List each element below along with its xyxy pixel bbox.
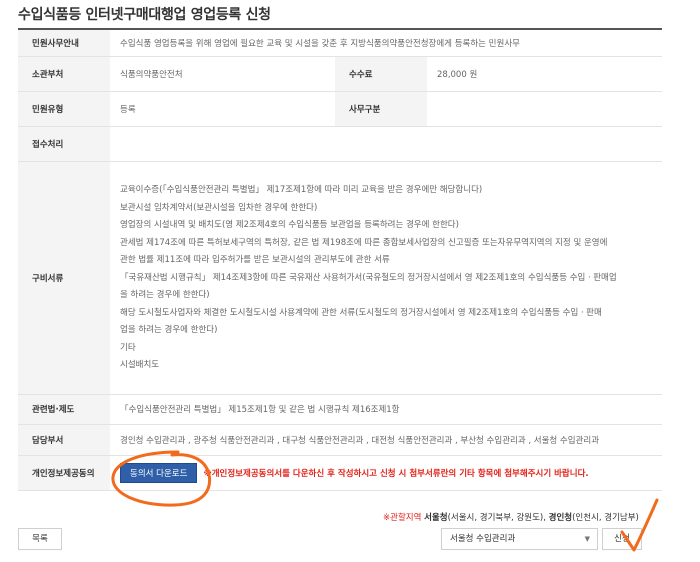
doc-item: 관세법 제174조에 따른 특허보세구역의 특허장, 같은 법 제198조에 따… (120, 237, 608, 248)
law-label: 관련법·제도 (18, 394, 110, 425)
row-civil-info: 민원사무안내 수입식품 영업등록을 위해 영업에 필요한 교육 및 시설을 갖춘… (18, 29, 662, 57)
fee-label: 수수료 (335, 56, 427, 92)
row-law: 관련법·제도 「수입식품안전관리 특별법」 제15조제1항 및 같은 법 시행규… (18, 394, 662, 425)
docs-label: 구비서류 (18, 161, 110, 395)
privacy-notice: ※개인정보제공동의서를 다운하신 후 작성하시고 신청 시 첨부서류란의 기타 … (203, 469, 588, 479)
docs-list: 교육이수증(「수입식품안전관리 특별법」 제17조제1항에 따라 미리 교육을 … (110, 161, 662, 395)
doc-item: 관한 법률 제11조에 따라 입주허가를 받은 보관시설의 관리부도에 관한 서… (120, 255, 390, 265)
civil-info-value: 수입식품 영업등록을 위해 영업에 필요한 교육 및 시설을 갖춘 후 지방식품… (110, 29, 662, 57)
row-receipt: 접수처리 (18, 126, 662, 162)
list-button[interactable]: 목록 (18, 528, 62, 550)
page-title: 수입식품등 인터넷구매대행업 영업등록 신청 (18, 7, 271, 23)
doc-item: 업을 하려는 경우에 한한다) (120, 325, 218, 335)
row-docs: 구비서류 교육이수증(「수입식품안전관리 특별법」 제17조제1항에 따라 미리… (18, 161, 662, 395)
law-value: 「수입식품안전관리 특별법」 제15조제1항 및 같은 법 시행규칙 제16조제… (110, 394, 662, 425)
row-office: 담당부서 경인청 수입관리과 , 광주청 식품안전관리과 , 대구청 식품안전관… (18, 424, 662, 456)
office-label: 담당부서 (18, 424, 110, 456)
notice-asterisk: ※ (203, 468, 212, 479)
row-dept-fee: 소관부처 식품의약품안전처 수수료 28,000 원 (18, 56, 662, 92)
work-class-label: 사무구분 (335, 91, 427, 127)
info-table: 민원사무안내 수입식품 영업등록을 위해 영업에 필요한 교육 및 시설을 갖춘… (18, 28, 662, 491)
office-value: 경인청 수입관리과 , 광주청 식품안전관리과 , 대구청 식품안전관리과 , … (110, 424, 662, 456)
doc-item: 「국유재산법 시행규칙」 제14조제3항에 따른 국유재산 사용허가서(국유철도… (120, 272, 617, 283)
civil-type-label: 민원유형 (18, 91, 110, 127)
jurisdiction-note: ※관할지역 서울청(서울시, 경기북부, 강원도), 경인청(인천시, 경기남부… (383, 511, 639, 523)
chevron-down-icon: ▼ (584, 535, 590, 543)
gyeongin-region: (인천시, 경기남부) (572, 513, 639, 523)
seoul-region: (서울시, 경기북부, 강원도), (447, 513, 546, 523)
privacy-label: 개인정보제공동의 (18, 455, 110, 491)
doc-item: 교육이수증(「수입식품안전관리 특별법」 제17조제1항에 따라 미리 교육을 … (120, 185, 483, 195)
receipt-value (110, 126, 662, 162)
office-select[interactable]: 서울청 수입관리과 ▼ (441, 528, 598, 550)
doc-item: 보관시설 임차계약서(보관시설을 임차한 경우에 한한다) (120, 202, 318, 213)
doc-item: 을 하려는 경우에 한한다) (120, 290, 210, 300)
office-select-value: 서울청 수입관리과 (450, 534, 516, 544)
privacy-value: 동의서 다운로드 ※개인정보제공동의서를 다운하신 후 작성하시고 신청 시 첨부… (110, 455, 662, 491)
doc-item: 영업장의 시설내역 및 배치도(영 제2조제4호의 수입식품등 보관업을 등록하… (120, 220, 459, 230)
doc-item: 해당 도시철도사업자와 체결한 도시철도시설 사용계약에 관한 서류(도시철도의… (120, 307, 602, 318)
civil-info-label: 민원사무안내 (18, 29, 110, 57)
doc-item: 기타 (120, 342, 136, 353)
apply-button[interactable]: 신청 (602, 528, 642, 550)
receipt-label: 접수처리 (18, 126, 110, 162)
dept-value: 식품의약품안전처 (110, 56, 335, 92)
civil-type-value: 등록 (110, 91, 335, 127)
row-privacy: 개인정보제공동의 동의서 다운로드 ※개인정보제공동의서를 다운하신 후 작성하시… (18, 455, 662, 491)
work-class-value (427, 91, 662, 127)
row-civil-type: 민원유형 등록 사무구분 (18, 91, 662, 127)
dept-label: 소관부처 (18, 56, 110, 92)
doc-item: 시설배치도 (120, 360, 160, 370)
gyeongin-office-label: 경인청 (548, 513, 573, 523)
seoul-office-label: 서울청 (424, 513, 448, 523)
privacy-notice-text: 개인정보제공동의서를 다운하신 후 작성하시고 신청 시 첨부서류란의 기타 항… (211, 468, 589, 479)
fee-value: 28,000 원 (427, 56, 662, 92)
jurisdiction-prefix: ※관할지역 (383, 513, 422, 523)
consent-download-button[interactable]: 동의서 다운로드 (120, 462, 198, 483)
